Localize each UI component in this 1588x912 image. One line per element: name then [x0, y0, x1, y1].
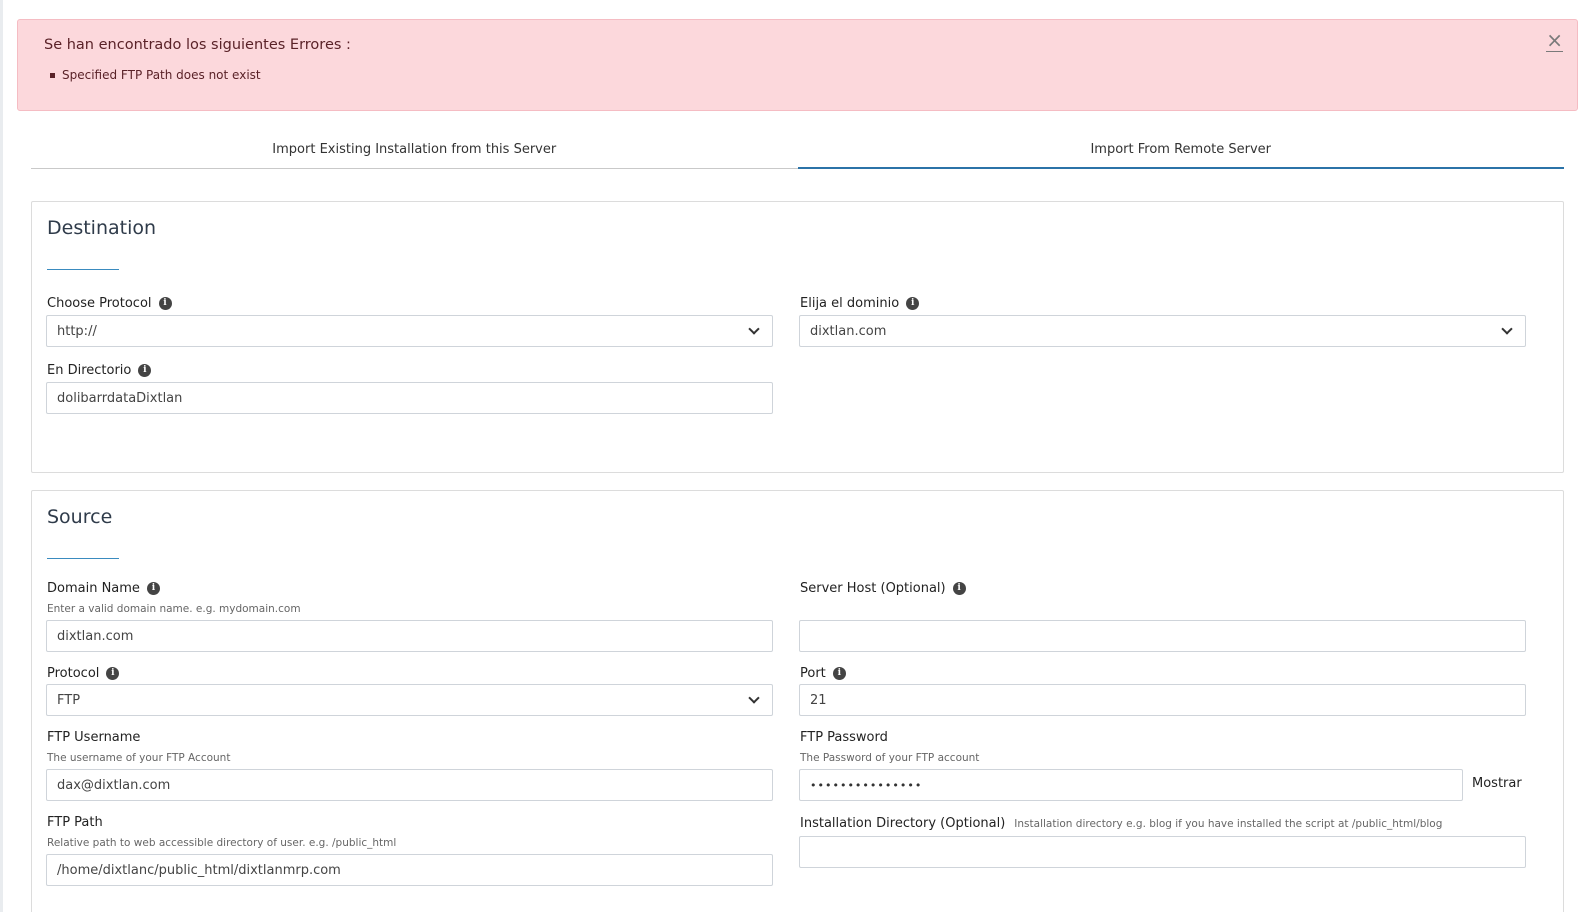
port-label: Port i	[800, 666, 846, 681]
tab-import-remote[interactable]: Import From Remote Server	[797, 131, 1564, 169]
tab-import-existing[interactable]: Import Existing Installation from this S…	[31, 131, 798, 168]
ftp-path-label: FTP Path	[47, 815, 103, 830]
ftp-path-hint: Relative path to web accessible director…	[47, 837, 397, 849]
domain-name-label: Domain Name i	[47, 581, 160, 596]
source-panel: Source Domain Name i Enter a valid domai…	[31, 490, 1564, 912]
info-icon[interactable]: i	[138, 364, 152, 377]
close-icon[interactable]: ×	[1546, 30, 1563, 52]
ftp-password-value: •••••••••••••••	[810, 778, 923, 792]
ftp-username-input[interactable]: dax@dixtlan.com	[46, 769, 773, 801]
ftp-username-label: FTP Username	[47, 730, 141, 745]
destination-panel: Destination Choose Protocol i http:// El…	[31, 201, 1564, 473]
ftp-password-input[interactable]: •••••••••••••••	[799, 769, 1463, 801]
info-icon[interactable]: i	[952, 582, 966, 595]
choose-domain-label-text: Elija el dominio	[800, 296, 900, 311]
install-dir-label: Installation Directory (Optional) Instal…	[800, 816, 1442, 831]
domain-name-input[interactable]: dixtlan.com	[46, 620, 773, 652]
alert-error-list: Specified FTP Path does not exist	[50, 68, 261, 82]
alert-title: Se han encontrado los siguientes Errores…	[44, 37, 351, 53]
choose-protocol-select[interactable]: http://	[46, 315, 773, 347]
protocol-value: FTP	[57, 692, 81, 708]
chevron-down-icon	[748, 691, 760, 704]
info-icon[interactable]: i	[158, 297, 172, 310]
chevron-down-icon	[1501, 322, 1513, 335]
protocol-label-text: Protocol	[47, 666, 100, 681]
port-label-text: Port	[800, 666, 826, 681]
install-dir-input[interactable]	[799, 836, 1526, 868]
ftp-username-hint: The username of your FTP Account	[47, 752, 231, 764]
port-input[interactable]: 21	[799, 684, 1526, 716]
info-icon[interactable]: i	[106, 667, 120, 680]
import-tabs: Import Existing Installation from this S…	[31, 131, 1564, 169]
choose-domain-label: Elija el dominio i	[800, 296, 920, 311]
source-title: Source	[47, 506, 113, 528]
choose-protocol-label: Choose Protocol i	[47, 296, 172, 311]
ftp-path-input[interactable]: /home/dixtlanc/public_html/dixtlanmrp.co…	[46, 854, 773, 886]
choose-protocol-value: http://	[57, 323, 97, 339]
error-alert: Se han encontrado los siguientes Errores…	[17, 19, 1578, 111]
show-password-button[interactable]: Mostrar	[1472, 776, 1522, 791]
directory-label-text: En Directorio	[47, 363, 132, 378]
choose-domain-select[interactable]: dixtlan.com	[799, 315, 1526, 347]
directory-input[interactable]: dolibarrdataDixtlan	[46, 382, 773, 414]
title-underline	[47, 269, 119, 270]
title-underline	[47, 558, 119, 559]
chevron-down-icon	[748, 322, 760, 335]
ftp-password-hint: The Password of your FTP account	[800, 752, 980, 764]
server-host-label: Server Host (Optional) i	[800, 581, 966, 596]
protocol-label: Protocol i	[47, 666, 120, 681]
install-dir-label-text: Installation Directory (Optional)	[800, 816, 1006, 831]
server-host-input[interactable]	[799, 620, 1526, 652]
left-edge-rule	[0, 0, 3, 912]
choose-protocol-label-text: Choose Protocol	[47, 296, 152, 311]
domain-name-hint: Enter a valid domain name. e.g. mydomain…	[47, 603, 301, 615]
ftp-password-label: FTP Password	[800, 730, 888, 745]
info-icon[interactable]: i	[906, 297, 920, 310]
domain-name-label-text: Domain Name	[47, 581, 140, 596]
destination-title: Destination	[47, 217, 157, 239]
server-host-label-text: Server Host (Optional)	[800, 581, 946, 596]
choose-domain-value: dixtlan.com	[810, 323, 887, 339]
info-icon[interactable]: i	[832, 667, 846, 680]
install-dir-hint: Installation directory e.g. blog if you …	[1014, 817, 1443, 830]
protocol-select[interactable]: FTP	[46, 684, 773, 716]
directory-label: En Directorio i	[47, 363, 152, 378]
info-icon[interactable]: i	[146, 582, 160, 595]
alert-error-item: Specified FTP Path does not exist	[50, 68, 261, 82]
